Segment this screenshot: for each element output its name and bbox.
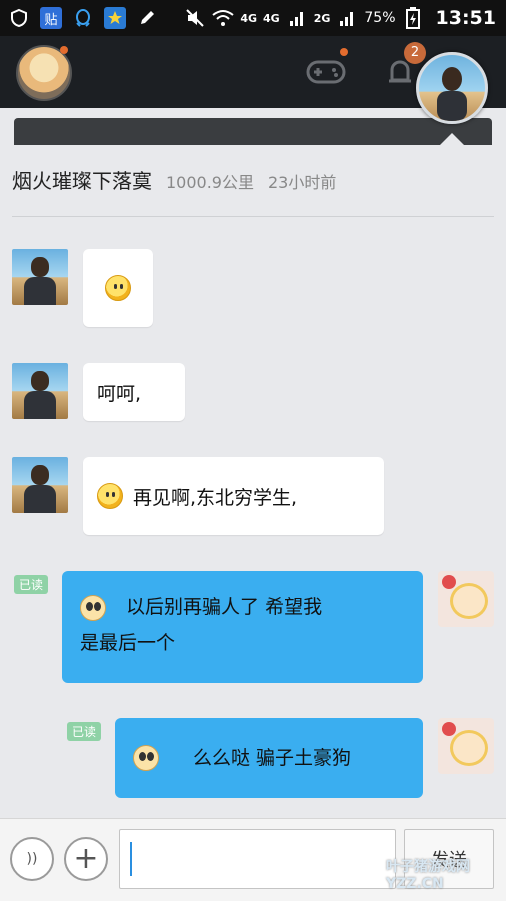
watermark: 叶子猪游戏网 YZZ.CN [386,859,470,892]
voice-icon: )) [26,851,38,867]
message-bubble-outgoing: 以后别再骗人了 希望我 是最后一个 [62,571,423,683]
pencil-icon [136,7,158,29]
message-bubble: 呵呵, [83,363,185,421]
message-text: 再见啊,东北穷学生, [133,486,298,509]
message-input[interactable] [119,829,396,889]
chat-popup: 烟火璀璨下落寞 1000.9公里 23小时前 呵呵, 再见啊,东北穷学生, 已读… [0,145,506,900]
contact-header-avatar[interactable] [416,52,488,124]
my-avatar[interactable] [438,718,494,774]
game-dot [340,48,348,56]
qq-icon [72,7,94,29]
contact-avatar[interactable] [12,249,68,305]
contact-distance: 1000.9公里 [166,173,254,192]
network-2g-label: 2G [313,11,331,25]
pout-emoji-icon [133,745,159,771]
shield-icon [8,7,30,29]
message-bubble-outgoing: 么么哒 骗子土豪狗 [115,718,423,798]
voice-button[interactable]: )) [10,837,54,881]
text-caret [130,842,132,876]
contact-avatar[interactable] [12,363,68,419]
battery-charging-icon [402,7,424,29]
plus-button[interactable]: + [64,837,108,881]
signal-icon [286,7,308,29]
contact-name: 烟火璀璨下落寞 [12,169,152,193]
network-4g-signal-label: 4G [263,11,280,25]
read-receipt: 已读 [67,722,102,741]
notification-dot [60,46,68,54]
notification-badge: 2 [404,42,426,64]
my-avatar[interactable] [438,571,494,627]
person-photo-icon [437,67,467,121]
mute-icon [184,7,206,29]
divider [12,216,494,217]
smiley-emoji-icon [97,483,123,509]
signal-2g-icon [336,7,358,29]
contact-avatar[interactable] [12,457,68,513]
message-bubble [83,249,153,327]
pout-emoji-icon [80,594,106,621]
network-4g-label: 4G [240,11,258,25]
gamepad-icon[interactable] [306,56,346,86]
chat-header: 烟火璀璨下落寞 1000.9公里 23小时前 [12,165,336,194]
message-text-line1: 以后别再骗人了 希望我 [126,596,323,618]
star-app-icon [104,7,126,29]
smiley-emoji-icon [105,275,131,301]
tieba-app-icon: 贴 [40,7,62,29]
contact-last-seen: 23小时前 [268,173,337,192]
message-text: 么么哒 骗子土豪狗 [193,747,352,769]
status-bar: 贴 4G 4G 2G 75% 13:51 [0,0,506,36]
battery-percent: 75% [364,10,396,26]
message-bubble: 再见啊,东北穷学生, [83,457,384,535]
message-text: 呵呵, [97,382,142,405]
read-receipt: 已读 [14,575,49,594]
wifi-icon [212,7,234,29]
popup-arrow [440,133,464,145]
plus-icon: + [73,841,99,876]
clock: 13:51 [435,7,496,29]
message-text-line2: 是最后一个 [80,632,176,654]
